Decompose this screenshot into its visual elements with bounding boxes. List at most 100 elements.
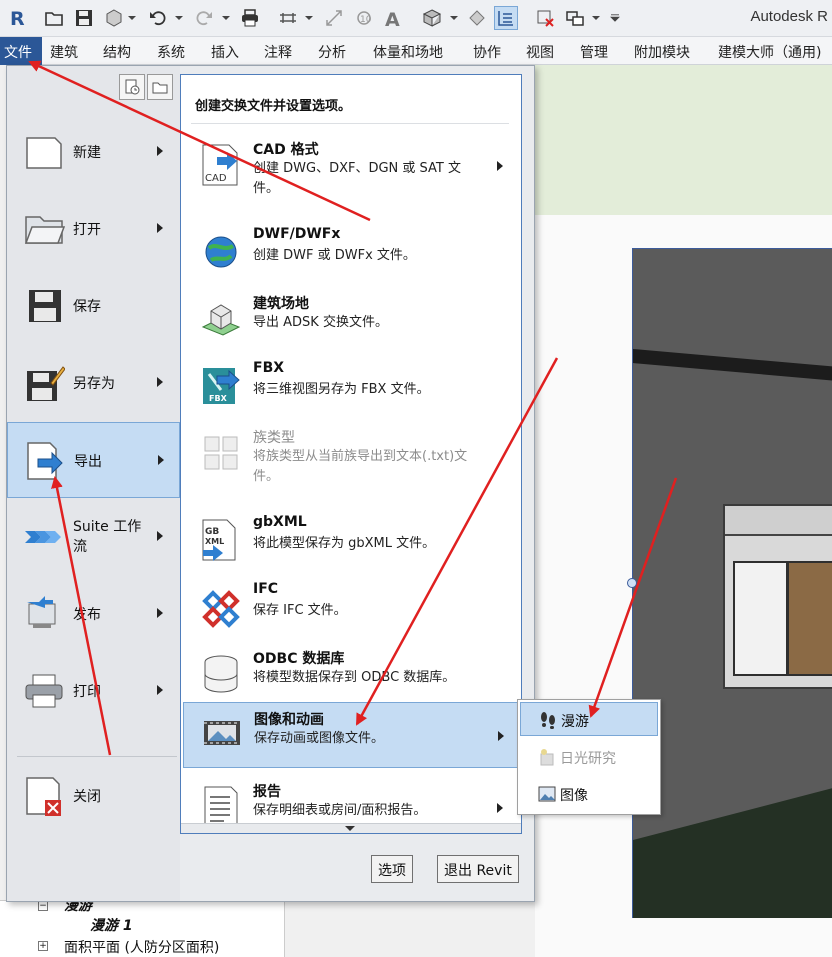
redo-icon[interactable] [192, 6, 216, 30]
image-animation-icon [204, 721, 240, 745]
odbc-database-icon [204, 655, 238, 693]
chevron-down-icon[interactable] [175, 14, 183, 22]
open-documents-icon[interactable] [147, 74, 173, 100]
tab-annotate[interactable]: 注释 [264, 42, 292, 62]
open-folder-icon [24, 216, 65, 244]
thin-lines-icon[interactable] [494, 6, 518, 30]
undo-icon[interactable] [146, 6, 170, 30]
switch-windows-icon[interactable] [563, 6, 587, 30]
exit-revit-button[interactable]: 退出 Revit [437, 855, 519, 883]
menu-item-export[interactable]: 导出 [7, 422, 180, 498]
tab-addins[interactable]: 附加模块 [634, 42, 690, 62]
submenu-arrow-icon [498, 731, 504, 741]
tag-icon[interactable]: 10 [352, 6, 376, 30]
tab-manage[interactable]: 管理 [580, 42, 608, 62]
recent-documents-icon[interactable] [119, 74, 145, 100]
expand-icon[interactable]: + [38, 941, 48, 951]
3d-view-icon[interactable] [420, 6, 444, 30]
new-file-icon [26, 137, 62, 169]
tab-insert[interactable]: 插入 [211, 42, 239, 62]
tab-collaborate[interactable]: 协作 [473, 42, 501, 62]
flyout-item-label: 漫游 [561, 714, 589, 730]
export-item-desc: 创建 DWF 或 DWFx 文件。 [253, 248, 416, 263]
walkthrough-footprints-icon [541, 712, 555, 729]
viewport-grip-handle[interactable] [627, 578, 637, 588]
menu-item-suite-workflow[interactable]: Suite 工作流 [7, 499, 180, 575]
submenu-arrow-icon [497, 803, 503, 813]
submenu-arrow-icon [157, 146, 163, 156]
open-icon[interactable] [42, 6, 66, 30]
ribbon-tabs: 文件 建筑 结构 系统 插入 注释 分析 体量和场地 协作 视图 管理 附加模块… [0, 37, 832, 65]
customize-icon[interactable] [610, 14, 620, 22]
tree-item-walkthrough-1[interactable]: 漫游 1 [90, 915, 133, 935]
tab-systems[interactable]: 系统 [157, 42, 185, 62]
chevron-down-icon[interactable] [592, 14, 600, 22]
flyout-item-walkthrough[interactable]: 漫游 [520, 702, 658, 736]
application-menu: 新建 打开 保存 另存为 导出 Suite 工作流 发布 打印 关闭 创建交换文… [6, 65, 535, 902]
menu-item-close[interactable]: 关闭 [7, 758, 180, 834]
tab-file[interactable]: 文件 [0, 37, 42, 65]
export-item-title: FBX [253, 360, 285, 376]
export-item-cad[interactable]: CAD CAD 格式 创建 DWG、DXF、DGN 或 SAT 文件。 [183, 133, 519, 199]
export-panel-heading: 创建交换文件并设置选项。 [195, 99, 352, 114]
export-item-gbxml[interactable]: GB XML gbXML 将此模型保存为 gbXML 文件。 [183, 508, 519, 574]
export-item-dwf[interactable]: DWF/DWFx 创建 DWF 或 DWFx 文件。 [183, 220, 519, 286]
export-item-desc: 保存 IFC 文件。 [253, 603, 347, 618]
tab-architecture[interactable]: 建筑 [50, 42, 78, 62]
svg-text:R: R [10, 8, 25, 28]
svg-text:A: A [385, 9, 400, 28]
options-button[interactable]: 选项 [371, 855, 413, 883]
chevron-down-icon[interactable] [128, 14, 136, 22]
export-item-fbx[interactable]: FBX FBX 将三维视图另存为 FBX 文件。 [183, 354, 519, 420]
close-windows-icon[interactable] [533, 6, 557, 30]
tab-structure[interactable]: 结构 [103, 42, 131, 62]
print-icon[interactable] [238, 6, 262, 30]
svg-text:10: 10 [360, 15, 372, 25]
export-item-odbc[interactable]: ODBC 数据库 将模型数据保存到 ODBC 数据库。 [183, 642, 519, 708]
menu-item-new[interactable]: 新建 [7, 114, 180, 190]
menu-item-publish[interactable]: 发布 [7, 576, 180, 652]
dwf-globe-icon [205, 236, 237, 268]
chevron-down-icon[interactable] [305, 14, 313, 22]
export-item-images-animations[interactable]: 图像和动画 保存动画或图像文件。 [183, 702, 519, 768]
tab-modeling-master[interactable]: 建模大师（通用) [718, 42, 821, 62]
export-item-building-site[interactable]: 建筑场地 导出 ADSK 交换文件。 [183, 287, 519, 353]
dimension-icon[interactable] [322, 6, 346, 30]
export-item-title: CAD 格式 [253, 142, 319, 158]
3d-viewport[interactable] [632, 248, 832, 918]
export-item-desc: 保存动画或图像文件。 [254, 731, 385, 746]
revit-logo-icon[interactable]: R [6, 6, 30, 30]
save-icon [29, 290, 61, 322]
chevron-down-icon[interactable] [222, 14, 230, 22]
menu-item-print[interactable]: 打印 [7, 653, 180, 729]
menu-item-save[interactable]: 保存 [7, 268, 180, 344]
collapse-icon[interactable]: − [38, 901, 48, 911]
menu-item-label: Suite 工作流 [73, 519, 142, 555]
fbx-icon: FBX [203, 368, 240, 404]
chevron-down-icon[interactable] [450, 14, 458, 22]
gbxml-icon: GBXML [202, 519, 236, 561]
tab-massing-site[interactable]: 体量和场地 [373, 42, 443, 62]
menu-item-save-as[interactable]: 另存为 [7, 345, 180, 421]
export-submenu-panel: 创建交换文件并设置选项。 CAD CAD 格式 创建 DWG、DXF、DGN 或… [180, 74, 522, 834]
tab-analyze[interactable]: 分析 [318, 42, 346, 62]
submenu-arrow-icon [157, 531, 163, 541]
panel-scroll-down[interactable] [181, 823, 521, 833]
project-browser: − 漫游 漫游 1 + 面积平面 (人防分区面积) [0, 898, 285, 957]
svg-text:FBX: FBX [209, 394, 228, 403]
section-icon[interactable] [465, 6, 489, 30]
menu-item-open[interactable]: 打开 [7, 191, 180, 267]
submenu-arrow-icon [497, 161, 503, 171]
sync-icon[interactable] [102, 6, 126, 30]
svg-text:GB: GB [205, 527, 219, 537]
solar-study-icon [540, 749, 554, 766]
save-icon[interactable] [72, 6, 96, 30]
tree-item-area-plan[interactable]: 面积平面 (人防分区面积) [64, 937, 219, 957]
text-icon[interactable]: A [380, 6, 404, 30]
measure-icon[interactable] [276, 6, 300, 30]
tab-view[interactable]: 视图 [526, 42, 554, 62]
export-item-desc: 将此模型保存为 gbXML 文件。 [253, 536, 436, 551]
flyout-item-image[interactable]: 图像 [520, 777, 658, 811]
export-item-ifc[interactable]: IFC 保存 IFC 文件。 [183, 575, 519, 641]
export-item-title: 图像和动画 [254, 712, 324, 728]
